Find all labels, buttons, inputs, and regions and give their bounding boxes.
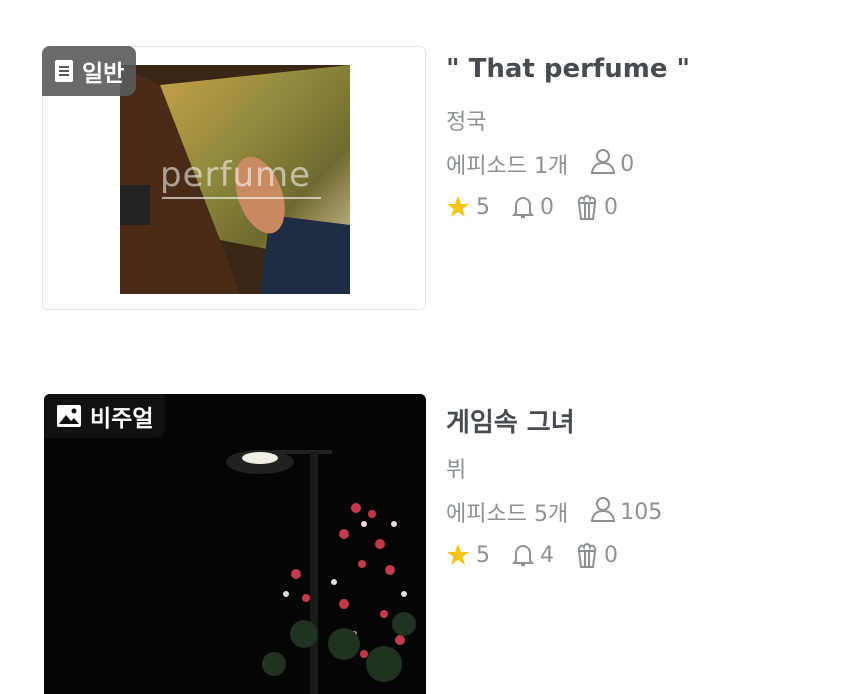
popcorn-stat: 0 [576, 542, 618, 568]
popcorn-count: 0 [604, 194, 618, 220]
reader-count-value: 105 [620, 499, 663, 525]
story-author[interactable]: 정국 [446, 104, 486, 136]
subscriber-count: 4 [540, 542, 554, 568]
badge-label: 비주얼 [90, 406, 154, 432]
category-badge: 일반 [42, 46, 137, 96]
popcorn-icon [576, 194, 598, 220]
cover-photo: perfume [120, 65, 350, 294]
star-icon [446, 195, 470, 219]
reader-count-value: 0 [620, 151, 635, 177]
story-stats: 5 4 0 [446, 542, 640, 568]
category-badge: 비주얼 [44, 394, 166, 438]
image-icon [56, 404, 82, 428]
star-stat: 5 [446, 543, 490, 568]
story-meta: 에피소드 1개 0 [446, 148, 634, 180]
episode-count: 에피소드 1개 [446, 154, 569, 179]
star-count: 5 [476, 542, 490, 568]
cover-text: perfume [160, 155, 322, 199]
star-stat: 5 [446, 195, 490, 220]
popcorn-stat: 0 [576, 194, 618, 220]
subscriber-count: 0 [540, 194, 554, 220]
popcorn-icon [576, 542, 598, 568]
story-title[interactable]: " That perfume " [446, 54, 690, 84]
star-count: 5 [476, 194, 490, 220]
story-stats: 5 0 0 [446, 194, 640, 220]
reader-count: 105 [590, 496, 662, 528]
reader-count: 0 [590, 148, 634, 180]
story-thumbnail[interactable] [44, 394, 426, 694]
episode-count: 에피소드 5개 [446, 502, 569, 527]
document-icon [54, 59, 74, 83]
subscribe-stat: 4 [512, 543, 554, 568]
story-meta: 에피소드 5개 105 [446, 496, 662, 528]
subscribe-stat: 0 [512, 195, 554, 220]
bell-icon [512, 195, 534, 219]
person-icon [590, 496, 616, 528]
story-author[interactable]: 뷔 [446, 452, 466, 484]
cover-photo [44, 394, 424, 694]
bell-icon [512, 543, 534, 567]
badge-label: 일반 [82, 61, 125, 87]
star-icon [446, 543, 470, 567]
popcorn-count: 0 [604, 542, 618, 568]
person-icon [590, 148, 616, 180]
story-title[interactable]: 게임속 그녀 [446, 402, 575, 439]
